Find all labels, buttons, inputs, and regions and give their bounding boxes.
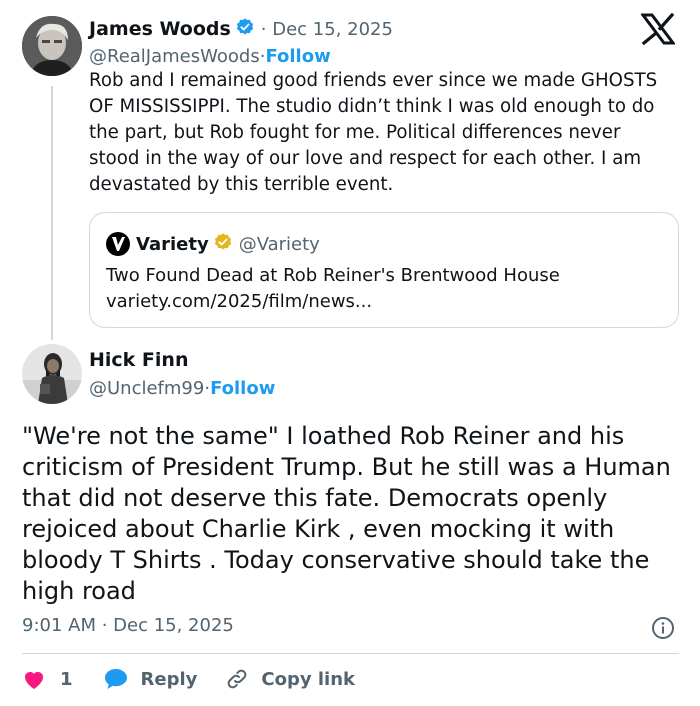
reply-label: Reply [140,668,198,690]
quoted-author-name: Variety [136,233,209,255]
main-author-avatar[interactable] [22,344,82,404]
x-logo-icon[interactable] [640,12,676,49]
reply-thread-line [51,86,53,340]
parent-tweet-text: Rob and I remained good friends ever sin… [89,70,658,195]
tweet-timestamp[interactable]: 9:01 AM · Dec 15, 2025 [22,615,234,636]
main-tweet-text: "We're not the same" I loathed Rob Reine… [22,422,671,605]
tweet-actions-bar: 1 Reply Copy link [22,666,355,692]
link-icon [225,667,249,691]
main-author-handle[interactable]: @Unclefm99 [89,378,204,399]
quoted-tweet-card[interactable]: Variety @Variety Two Found Dead at Rob R… [89,212,679,328]
follow-parent-author-button[interactable]: Follow [265,46,330,67]
like-button[interactable]: 1 [22,668,73,690]
parent-author-handle[interactable]: @RealJamesWoods [89,46,260,67]
heart-icon [22,668,46,690]
variety-logo-icon [106,232,130,256]
quoted-author-handle: @Variety [238,233,320,255]
copy-link-button[interactable]: Copy link [225,667,355,691]
divider [22,653,679,654]
like-count: 1 [60,668,73,690]
verified-badge-icon [235,17,255,41]
reply-button[interactable]: Reply [103,667,198,691]
quoted-tweet-title: Two Found Dead at Rob Reiner's Brentwood… [106,265,560,286]
parent-tweet-header: James Woods · Dec 15, 2025 @RealJamesWoo… [89,15,609,69]
main-author-name[interactable]: Hick Finn [89,349,188,371]
parent-author-name[interactable]: James Woods [89,18,231,40]
parent-author-avatar[interactable] [22,16,82,76]
main-tweet-header: Hick Finn @Unclefm99 · Follow [89,346,275,402]
copy-link-label: Copy link [261,668,355,690]
quoted-tweet-link[interactable]: variety.com/2025/film/news... [106,289,372,315]
parent-tweet-date[interactable]: · Dec 15, 2025 [261,19,393,40]
info-icon[interactable] [651,616,675,644]
follow-main-author-button[interactable]: Follow [210,378,275,399]
verified-gold-badge-icon [213,232,233,256]
reply-bubble-icon [103,667,129,691]
